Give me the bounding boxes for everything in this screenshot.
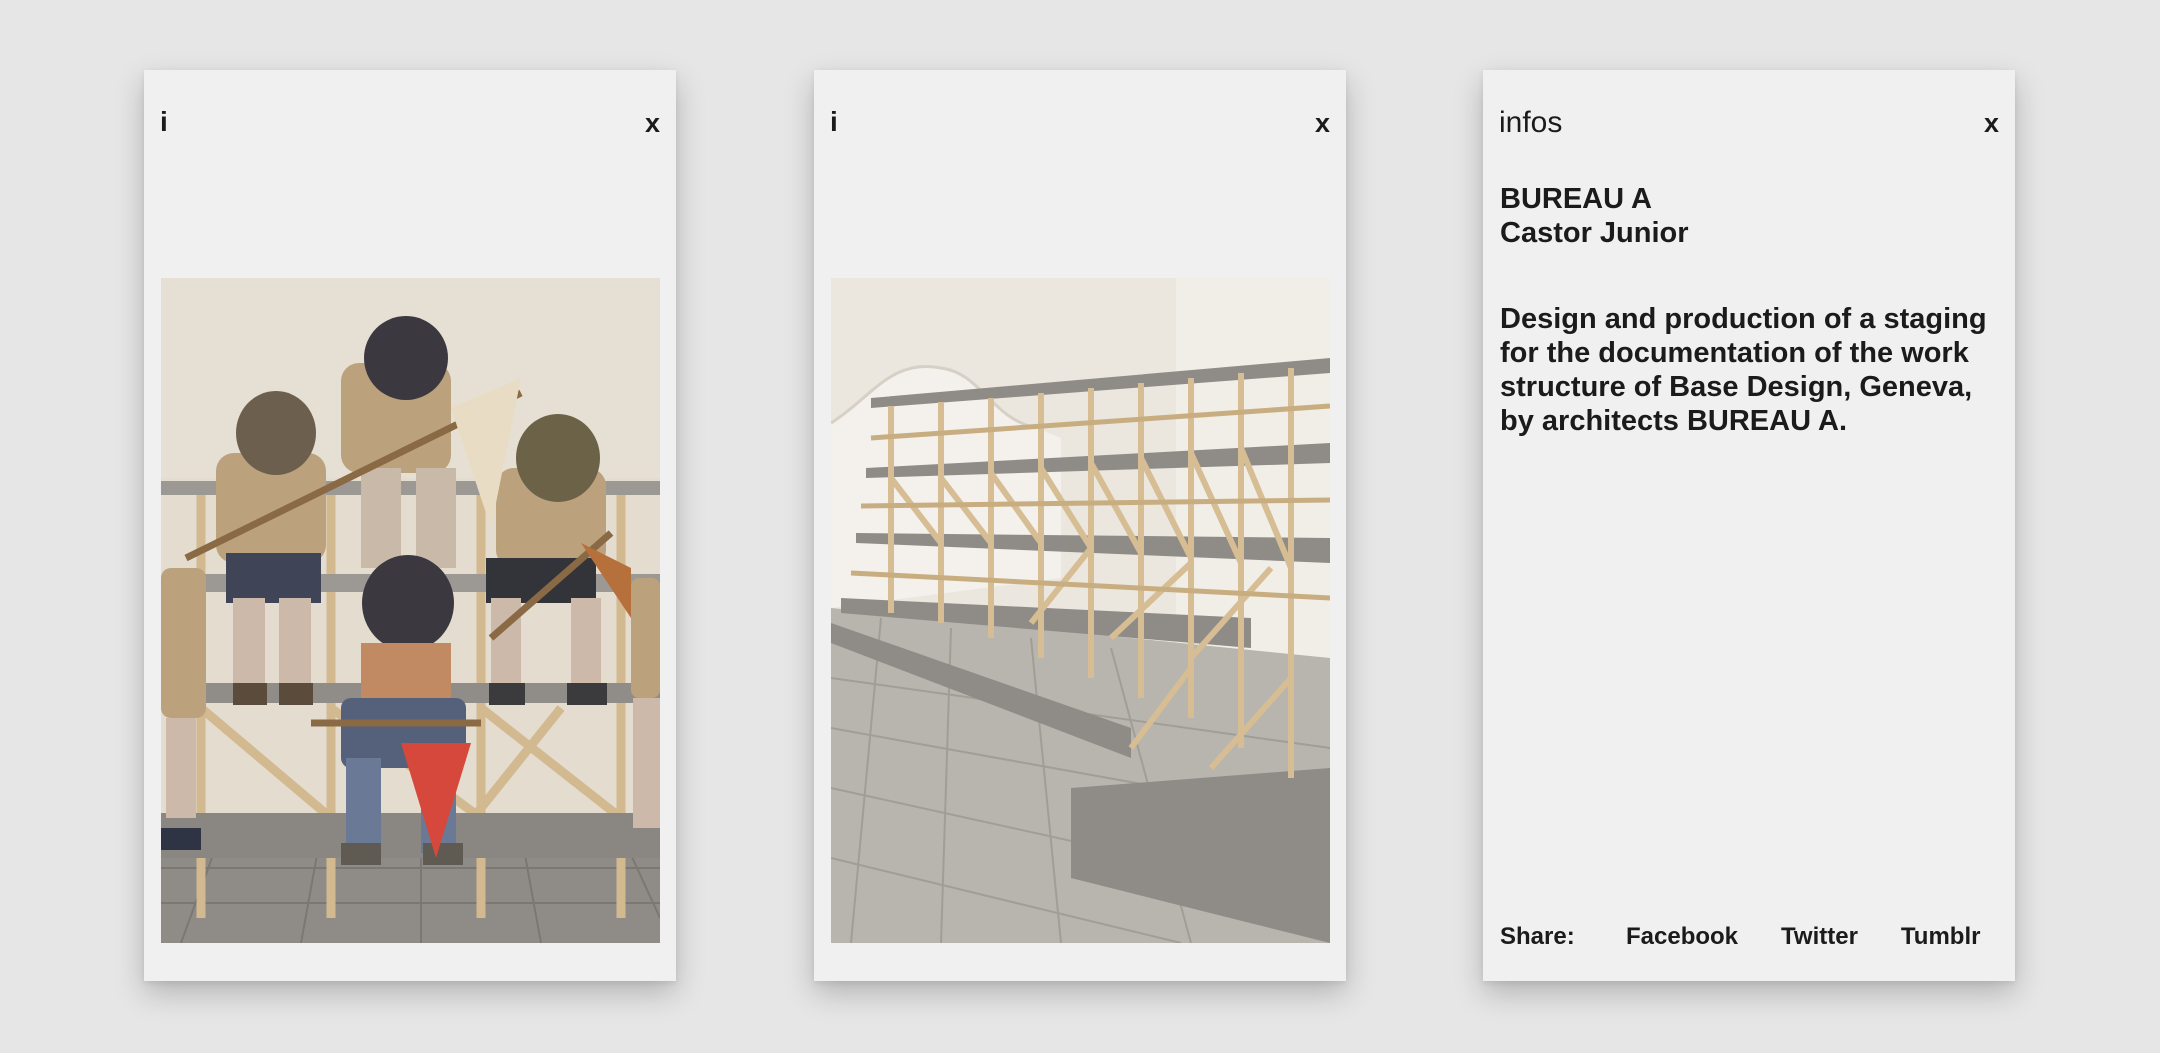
share-tumblr-link[interactable]: Tumblr	[1901, 923, 1981, 951]
close-button[interactable]: x	[645, 110, 660, 137]
screen: i x i x infos x BUREAU A Castor Junior D…	[0, 0, 2160, 1053]
share-label: Share:	[1500, 923, 1575, 950]
project-photo-bleachers[interactable]	[831, 278, 1330, 943]
close-button[interactable]: x	[1315, 110, 1330, 137]
scouts-photo-illustration	[161, 278, 660, 943]
project-card-2: i x	[814, 70, 1346, 981]
bleachers-photo-illustration	[831, 278, 1330, 943]
info-button[interactable]: i	[160, 108, 168, 136]
share-facebook-link[interactable]: Facebook	[1626, 923, 1738, 951]
info-button[interactable]: i	[830, 108, 838, 136]
project-title: BUREAU A Castor Junior	[1500, 182, 1995, 250]
share-twitter-link[interactable]: Twitter	[1781, 923, 1858, 951]
card-header: infos x	[1499, 108, 1999, 148]
project-name: Castor Junior	[1500, 217, 1689, 249]
project-photo-scouts[interactable]	[161, 278, 660, 943]
project-architect: BUREAU A	[1500, 183, 1652, 215]
close-button[interactable]: x	[1984, 110, 1999, 137]
share-bar: Share: Facebook Twitter Tumblr	[1500, 923, 1991, 951]
project-description: Design and production of a staging for t…	[1500, 303, 1987, 437]
card-header: i x	[160, 108, 660, 148]
infos-label[interactable]: infos	[1499, 108, 1562, 138]
card-header: i x	[830, 108, 1330, 148]
project-card-1: i x	[144, 70, 676, 981]
project-info-card: infos x BUREAU A Castor Junior Design an…	[1483, 70, 2015, 981]
